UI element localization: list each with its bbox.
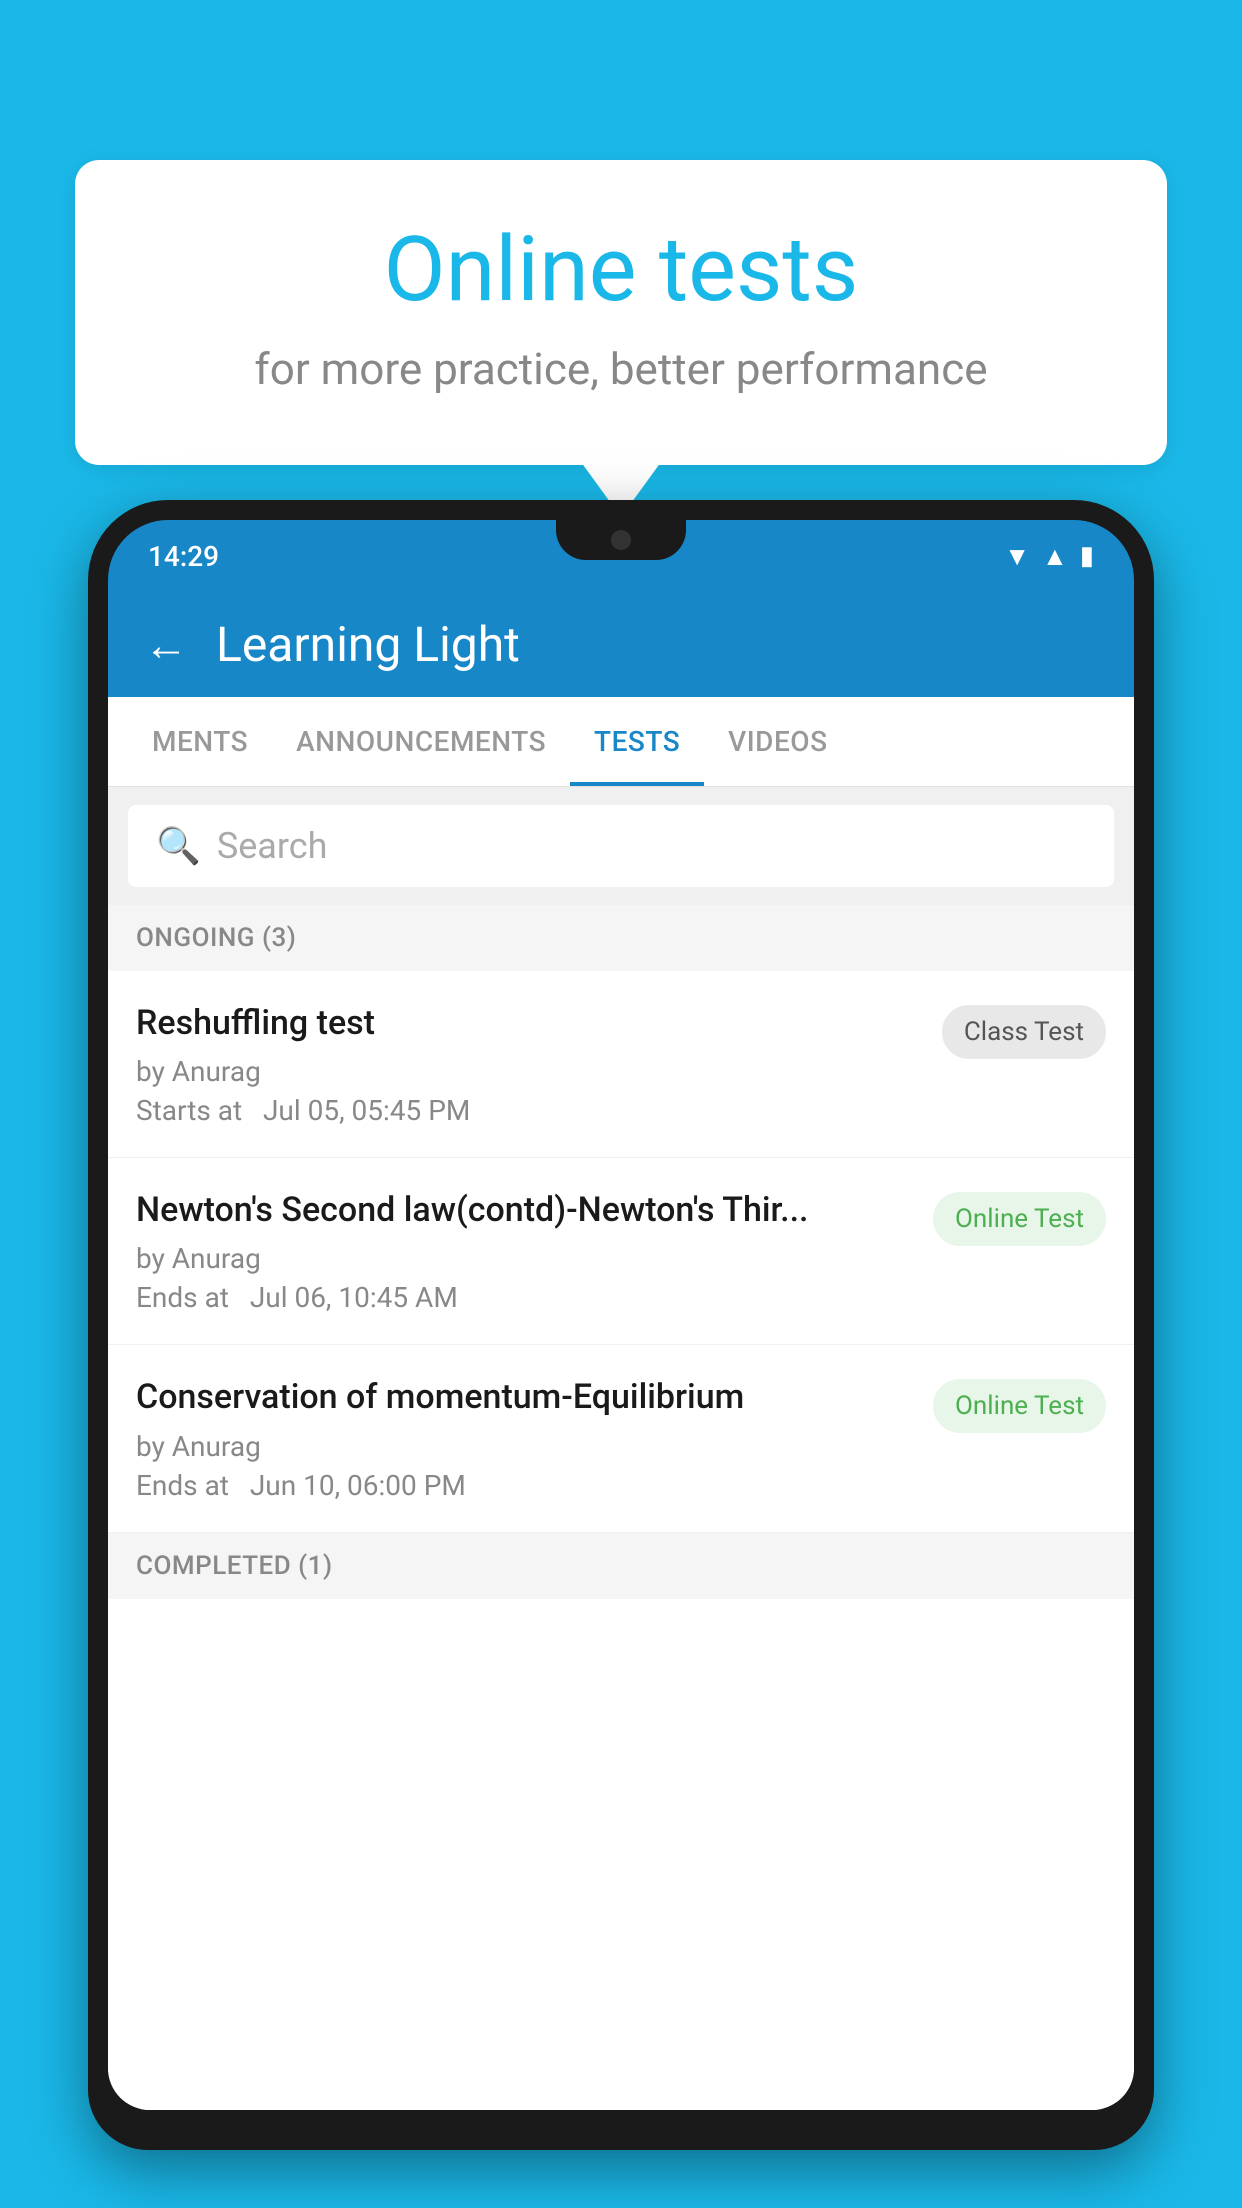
ongoing-section-header: ONGOING (3) [108, 905, 1134, 971]
phone-body: 14:29 ▼ ▲ ▮ ← Learning Light MENTS ANNOU… [88, 500, 1154, 2150]
time-label-3: Ends at [136, 1469, 229, 1502]
test-author-3: by Anurag [136, 1430, 913, 1463]
time-label-2: Ends at [136, 1281, 229, 1314]
time-value-1: Jul 05, 05:45 PM [263, 1094, 470, 1127]
test-author-2: by Anurag [136, 1242, 913, 1275]
test-item-3[interactable]: Conservation of momentum-Equilibrium by … [108, 1345, 1134, 1532]
test-list: Reshuffling test by Anurag Starts at Jul… [108, 971, 1134, 2110]
wifi-icon: ▼ [1004, 541, 1030, 572]
status-icons: ▼ ▲ ▮ [1004, 541, 1094, 572]
phone-screen: ← Learning Light MENTS ANNOUNCEMENTS TES… [108, 592, 1134, 2110]
tab-ments[interactable]: MENTS [128, 697, 272, 786]
tab-videos[interactable]: VIDEOS [704, 697, 851, 786]
status-time: 14:29 [148, 540, 219, 573]
test-time-1: Starts at Jul 05, 05:45 PM [136, 1094, 922, 1127]
speech-bubble: Online tests for more practice, better p… [75, 160, 1167, 465]
tab-bar: MENTS ANNOUNCEMENTS TESTS VIDEOS [108, 697, 1134, 787]
search-input[interactable]: Search [217, 825, 328, 867]
tab-announcements[interactable]: ANNOUNCEMENTS [272, 697, 570, 786]
test-info-1: Reshuffling test by Anurag Starts at Jul… [136, 1001, 922, 1127]
app-title: Learning Light [216, 616, 520, 673]
promo-section: Online tests for more practice, better p… [75, 160, 1167, 465]
search-bar[interactable]: 🔍 Search [128, 805, 1114, 887]
camera [611, 530, 631, 550]
time-value-2: Jul 06, 10:45 AM [250, 1281, 458, 1314]
search-icon: 🔍 [156, 825, 201, 867]
test-item-2[interactable]: Newton's Second law(contd)-Newton's Thir… [108, 1158, 1134, 1345]
signal-icon: ▲ [1042, 541, 1068, 572]
test-badge-3: Online Test [933, 1379, 1106, 1433]
test-name-2: Newton's Second law(contd)-Newton's Thir… [136, 1188, 913, 1232]
time-label-1: Starts at [136, 1094, 242, 1127]
test-time-3: Ends at Jun 10, 06:00 PM [136, 1469, 913, 1502]
test-badge-1: Class Test [942, 1005, 1106, 1059]
test-time-2: Ends at Jul 06, 10:45 AM [136, 1281, 913, 1314]
app-header: ← Learning Light [108, 592, 1134, 697]
bubble-title: Online tests [155, 220, 1087, 319]
test-info-3: Conservation of momentum-Equilibrium by … [136, 1375, 913, 1501]
battery-icon: ▮ [1080, 541, 1094, 571]
tab-tests[interactable]: TESTS [570, 697, 704, 786]
search-container: 🔍 Search [108, 787, 1134, 905]
test-name-3: Conservation of momentum-Equilibrium [136, 1375, 913, 1419]
bubble-subtitle: for more practice, better performance [155, 343, 1087, 395]
phone-frame: 14:29 ▼ ▲ ▮ ← Learning Light MENTS ANNOU… [88, 500, 1154, 2208]
completed-section-header: COMPLETED (1) [108, 1533, 1134, 1599]
test-item-1[interactable]: Reshuffling test by Anurag Starts at Jul… [108, 971, 1134, 1158]
test-name-1: Reshuffling test [136, 1001, 922, 1045]
time-value-3: Jun 10, 06:00 PM [250, 1469, 466, 1502]
test-info-2: Newton's Second law(contd)-Newton's Thir… [136, 1188, 913, 1314]
test-badge-2: Online Test [933, 1192, 1106, 1246]
back-button[interactable]: ← [144, 623, 188, 667]
test-author-1: by Anurag [136, 1055, 922, 1088]
phone-notch [556, 520, 686, 560]
status-bar: 14:29 ▼ ▲ ▮ [108, 520, 1134, 592]
